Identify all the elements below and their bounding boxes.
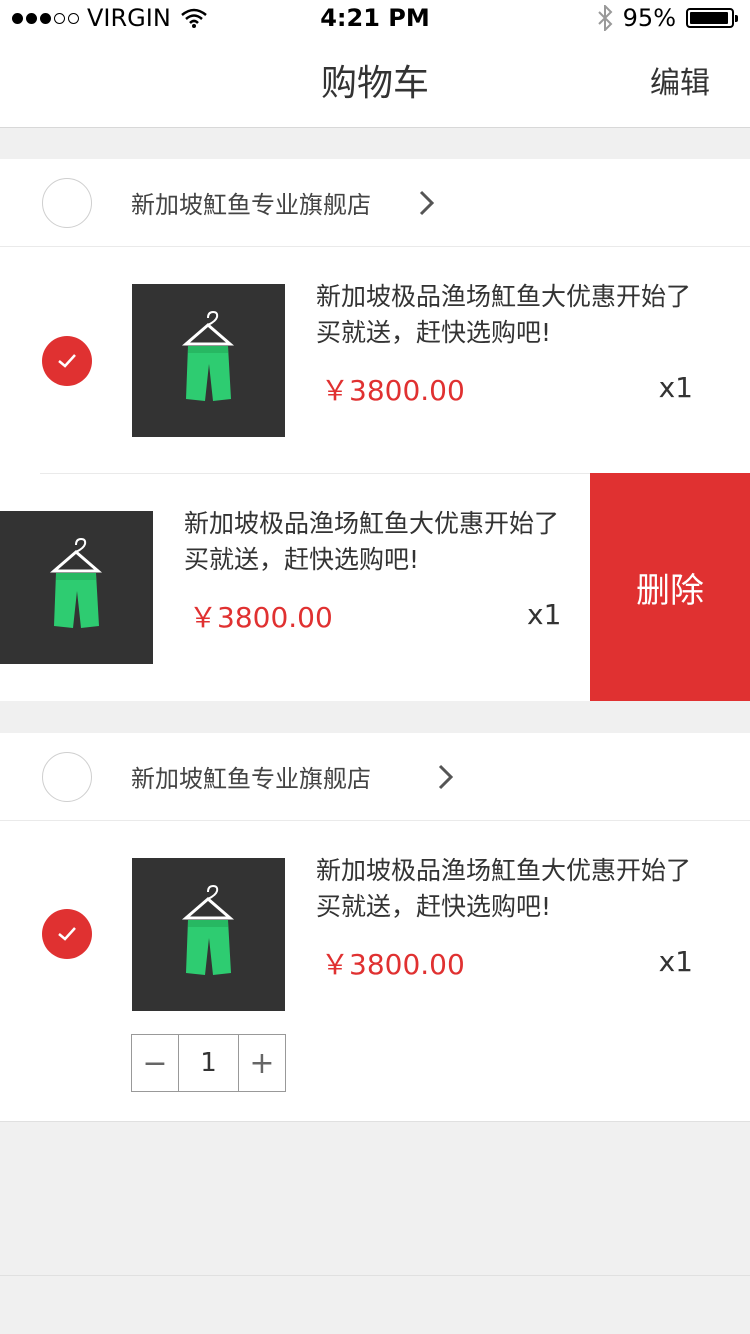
product-title: 新加坡极品渔场魟鱼大优惠开始了买就送，赶快选购吧! bbox=[184, 509, 560, 574]
status-right: 95% bbox=[597, 4, 738, 32]
store-header[interactable]: 新加坡魟鱼专业旗舰店 bbox=[0, 159, 750, 247]
shorts-on-hanger-icon bbox=[181, 884, 235, 975]
store-checkbox[interactable] bbox=[42, 178, 92, 228]
item-checkbox[interactable] bbox=[42, 909, 92, 959]
nav-bar: 购物车 编辑 bbox=[0, 40, 750, 128]
quantity-value[interactable]: 1 bbox=[178, 1035, 239, 1091]
quantity-stepper: − 1 + bbox=[131, 1034, 286, 1092]
chevron-right-icon bbox=[437, 763, 455, 791]
battery-fill bbox=[690, 12, 728, 24]
battery-percent: 95% bbox=[622, 4, 676, 32]
product-image[interactable] bbox=[132, 858, 285, 1011]
store-section-1: 新加坡魟鱼专业旗舰店 新加坡极品渔场魟鱼大优惠开始了买就送，赶快选购吧! ￥38… bbox=[0, 159, 750, 701]
product-image[interactable] bbox=[0, 511, 153, 664]
page-title: 购物车 bbox=[320, 63, 429, 104]
item-checkbox[interactable] bbox=[42, 336, 92, 386]
store-name: 新加坡魟鱼专业旗舰店 bbox=[131, 765, 371, 793]
product-quantity: x1 bbox=[658, 945, 693, 978]
store-header[interactable]: 新加坡魟鱼专业旗舰店 bbox=[0, 733, 750, 821]
product-title: 新加坡极品渔场魟鱼大优惠开始了买就送，赶快选购吧! bbox=[316, 856, 692, 921]
store-section-2: 新加坡魟鱼专业旗舰店 新加坡极品渔场魟鱼大优惠开始了买就送，赶快选购吧! ￥38… bbox=[0, 733, 750, 1122]
increment-button[interactable]: + bbox=[239, 1035, 285, 1091]
shorts-on-hanger-icon bbox=[181, 310, 235, 401]
decrement-button[interactable]: − bbox=[132, 1035, 178, 1091]
store-name: 新加坡魟鱼专业旗舰店 bbox=[131, 191, 371, 219]
bluetooth-icon bbox=[597, 5, 613, 31]
edit-button[interactable]: 编辑 bbox=[650, 40, 710, 128]
store-checkbox[interactable] bbox=[42, 752, 92, 802]
status-bar: VIRGIN 4:21 PM 95% bbox=[0, 0, 750, 40]
product-image[interactable] bbox=[132, 284, 285, 437]
divider bbox=[0, 1275, 750, 1276]
shorts-on-hanger-icon bbox=[49, 537, 103, 628]
product-price: ￥3800.00 bbox=[321, 948, 465, 981]
chevron-right-icon bbox=[418, 189, 436, 217]
check-icon bbox=[58, 354, 76, 368]
product-price: ￥3800.00 bbox=[321, 374, 465, 407]
divider bbox=[40, 473, 590, 474]
battery-icon bbox=[686, 8, 738, 28]
product-quantity: x1 bbox=[658, 371, 693, 404]
product-quantity: x1 bbox=[527, 598, 562, 631]
product-price: ￥3800.00 bbox=[189, 601, 333, 634]
delete-button[interactable]: 删除 bbox=[590, 473, 750, 701]
product-title: 新加坡极品渔场魟鱼大优惠开始了买就送，赶快选购吧! bbox=[316, 282, 692, 347]
check-icon bbox=[58, 927, 76, 941]
